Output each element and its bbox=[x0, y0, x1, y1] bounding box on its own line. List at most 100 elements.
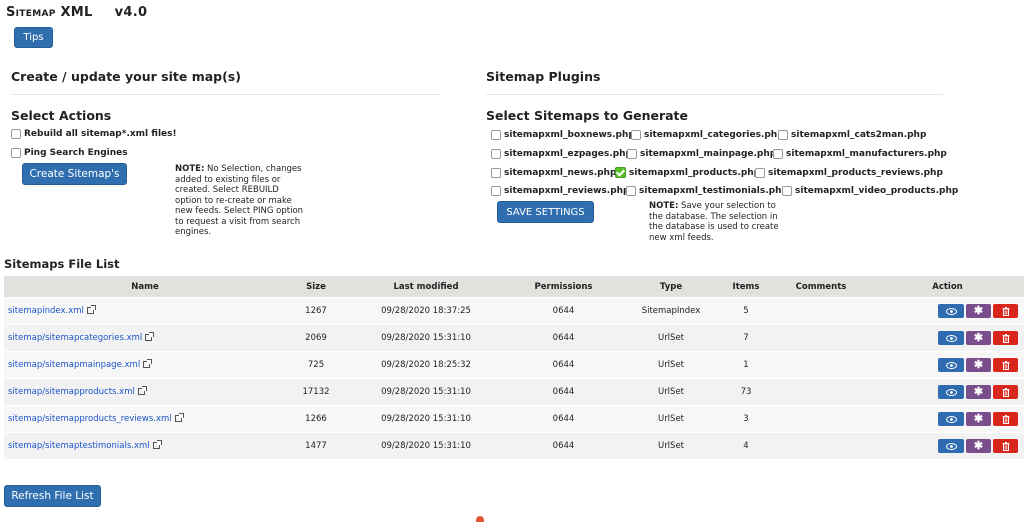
plugin-checkbox[interactable] bbox=[782, 186, 792, 196]
file-actions-cell: ✱ bbox=[871, 378, 1024, 406]
delete-button[interactable] bbox=[993, 385, 1018, 399]
plugin-checkbox[interactable] bbox=[627, 149, 637, 159]
create-sitemaps-button[interactable]: Create Sitemap's bbox=[22, 163, 127, 185]
file-modified-cell: 09/28/2020 15:31:10 bbox=[346, 405, 506, 433]
file-type-cell: UrlSet bbox=[621, 351, 721, 379]
view-button[interactable] bbox=[938, 331, 964, 345]
regenerate-button[interactable]: ✱ bbox=[966, 358, 991, 372]
file-actions-cell: ✱ bbox=[871, 405, 1024, 433]
plugin-option-manufacturers[interactable]: sitemapxml_manufacturers.php bbox=[773, 149, 947, 159]
delete-button[interactable] bbox=[993, 358, 1018, 372]
sitemap-file-table: Name Size Last modified Permissions Type… bbox=[4, 276, 1024, 459]
file-link[interactable]: sitemap/sitemapproducts_reviews.xml bbox=[8, 414, 172, 424]
file-link[interactable]: sitemap/sitemaptestimonials.xml bbox=[8, 441, 150, 451]
regenerate-button[interactable]: ✱ bbox=[966, 304, 991, 318]
plugin-label: sitemapxml_boxnews.php bbox=[504, 130, 635, 140]
delete-button[interactable] bbox=[993, 331, 1018, 345]
column-header-size: Size bbox=[286, 276, 346, 298]
plugin-option-mainpage[interactable]: sitemapxml_mainpage.php bbox=[627, 149, 776, 159]
file-link[interactable]: sitemap/sitemapcategories.xml bbox=[8, 333, 142, 343]
plugin-option-video-products[interactable]: sitemapxml_video_products.php bbox=[782, 186, 958, 196]
rebuild-option[interactable]: Rebuild all sitemap*.xml files! bbox=[11, 129, 177, 139]
plugin-checkbox[interactable] bbox=[631, 130, 641, 140]
plugin-checkbox[interactable] bbox=[491, 186, 501, 196]
file-comments-cell bbox=[771, 432, 871, 459]
plugin-checkbox[interactable] bbox=[491, 130, 501, 140]
file-type-cell: SitemapIndex bbox=[621, 297, 721, 325]
external-link-icon[interactable] bbox=[145, 332, 155, 341]
delete-button[interactable] bbox=[993, 439, 1018, 453]
plugin-checkbox-checked[interactable] bbox=[615, 167, 626, 178]
external-link-icon[interactable] bbox=[143, 359, 153, 368]
plugin-checkbox[interactable] bbox=[626, 186, 636, 196]
page-title: Sitemap XML v4.0 bbox=[6, 5, 147, 20]
regenerate-button[interactable]: ✱ bbox=[966, 385, 991, 399]
view-button[interactable] bbox=[938, 304, 964, 318]
plugin-option-news[interactable]: sitemapxml_news.php bbox=[491, 168, 616, 178]
file-permissions-cell: 0644 bbox=[506, 324, 621, 352]
plugin-checkbox[interactable] bbox=[773, 149, 783, 159]
regenerate-button[interactable]: ✱ bbox=[966, 439, 991, 453]
save-settings-button[interactable]: SAVE SETTINGS bbox=[497, 201, 594, 223]
plugin-label: sitemapxml_products_reviews.php bbox=[768, 168, 943, 178]
file-link[interactable]: sitemapindex.xml bbox=[8, 306, 84, 316]
external-link-icon[interactable] bbox=[174, 413, 184, 422]
plugin-checkbox[interactable] bbox=[755, 168, 765, 178]
external-link-icon[interactable] bbox=[137, 386, 147, 395]
trash-icon bbox=[1002, 387, 1009, 397]
tips-button[interactable]: Tips bbox=[14, 27, 53, 48]
table-header-row: Name Size Last modified Permissions Type… bbox=[4, 276, 1024, 298]
plugin-label: sitemapxml_manufacturers.php bbox=[786, 149, 947, 159]
plugin-checkbox[interactable] bbox=[778, 130, 788, 140]
save-note: NOTE: Save your selection to the databas… bbox=[649, 201, 779, 243]
view-button[interactable] bbox=[938, 412, 964, 426]
eye-icon bbox=[945, 442, 957, 450]
plugin-checkbox[interactable] bbox=[491, 168, 501, 178]
ping-checkbox[interactable] bbox=[11, 148, 21, 158]
view-button[interactable] bbox=[938, 358, 964, 372]
rebuild-label: Rebuild all sitemap*.xml files! bbox=[24, 129, 177, 139]
file-items-cell: 1 bbox=[721, 351, 771, 379]
plugin-option-products[interactable]: sitemapxml_products.php bbox=[615, 167, 760, 178]
external-link-icon[interactable] bbox=[86, 305, 96, 314]
create-update-heading: Create / update your site map(s) bbox=[11, 69, 241, 84]
version-label: v4.0 bbox=[114, 5, 148, 20]
view-button[interactable] bbox=[938, 439, 964, 453]
file-comments-cell bbox=[771, 378, 871, 406]
rebuild-checkbox[interactable] bbox=[11, 129, 21, 139]
plugin-option-reviews[interactable]: sitemapxml_reviews.php bbox=[491, 186, 630, 196]
plugin-option-ezpages[interactable]: sitemapxml_ezpages.php bbox=[491, 149, 632, 159]
file-permissions-cell: 0644 bbox=[506, 405, 621, 433]
refresh-file-list-button[interactable]: Refresh File List bbox=[4, 485, 101, 507]
plugin-option-cats2man[interactable]: sitemapxml_cats2man.php bbox=[778, 130, 926, 140]
file-actions-cell: ✱ bbox=[871, 432, 1024, 459]
regenerate-button[interactable]: ✱ bbox=[966, 412, 991, 426]
plugin-option-boxnews[interactable]: sitemapxml_boxnews.php bbox=[491, 130, 635, 140]
trash-icon bbox=[1002, 414, 1009, 424]
file-modified-cell: 09/28/2020 15:31:10 bbox=[346, 432, 506, 459]
file-name-cell: sitemap/sitemapmainpage.xml bbox=[4, 351, 286, 379]
plugin-checkbox[interactable] bbox=[491, 149, 501, 159]
file-link[interactable]: sitemap/sitemapmainpage.xml bbox=[8, 360, 140, 370]
ping-option[interactable]: Ping Search Engines bbox=[11, 148, 128, 158]
delete-button[interactable] bbox=[993, 412, 1018, 426]
file-items-cell: 7 bbox=[721, 324, 771, 352]
file-actions-cell: ✱ bbox=[871, 351, 1024, 379]
file-comments-cell bbox=[771, 324, 871, 352]
delete-button[interactable] bbox=[993, 304, 1018, 318]
file-modified-cell: 09/28/2020 15:31:10 bbox=[346, 378, 506, 406]
ping-label: Ping Search Engines bbox=[24, 148, 128, 158]
plugin-option-testimonials[interactable]: sitemapxml_testimonials.php bbox=[626, 186, 788, 196]
file-modified-cell: 09/28/2020 15:31:10 bbox=[346, 324, 506, 352]
loading-indicator-icon bbox=[476, 516, 484, 522]
external-link-icon[interactable] bbox=[152, 440, 162, 449]
plugin-option-categories[interactable]: sitemapxml_categories.php bbox=[631, 130, 784, 140]
file-link[interactable]: sitemap/sitemapproducts.xml bbox=[8, 387, 135, 397]
regenerate-button[interactable]: ✱ bbox=[966, 331, 991, 345]
file-type-cell: UrlSet bbox=[621, 432, 721, 459]
trash-icon bbox=[1002, 333, 1009, 343]
eye-icon bbox=[945, 307, 957, 315]
file-permissions-cell: 0644 bbox=[506, 378, 621, 406]
plugin-option-products-reviews[interactable]: sitemapxml_products_reviews.php bbox=[755, 168, 943, 178]
view-button[interactable] bbox=[938, 385, 964, 399]
